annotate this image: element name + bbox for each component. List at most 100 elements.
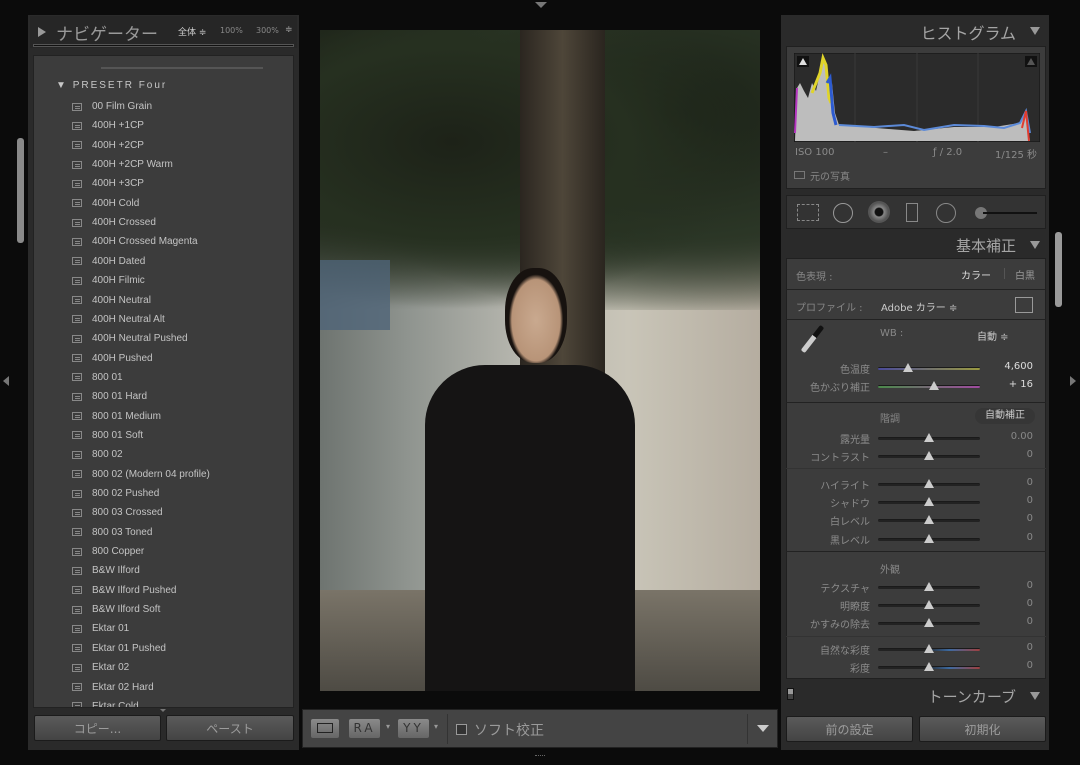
zoom-100[interactable]: 100%: [220, 26, 243, 35]
preset-item[interactable]: B&W Ilford Pushed: [72, 581, 176, 600]
crop-tool-icon[interactable]: [797, 204, 819, 221]
basic-header[interactable]: 基本補正: [782, 231, 1048, 257]
original-photo-checkbox[interactable]: [794, 171, 805, 179]
slider-value[interactable]: 0: [990, 616, 1033, 627]
wb-dropdown[interactable]: 自動 ≑: [977, 328, 1009, 343]
preset-item[interactable]: 800 Copper: [72, 542, 144, 561]
preset-item[interactable]: 400H Cold: [72, 194, 139, 213]
brush-size-track[interactable]: [983, 212, 1037, 214]
zoom-stepper[interactable]: ≑: [285, 25, 293, 35]
slider-thumb[interactable]: [924, 433, 934, 442]
tone-curve-header[interactable]: トーンカーブ: [782, 682, 1048, 708]
slider-thumb[interactable]: [924, 515, 934, 524]
slider-value[interactable]: 0: [990, 449, 1033, 460]
preset-item[interactable]: 800 03 Toned: [72, 523, 152, 542]
filmstrip-handle[interactable]: [535, 755, 545, 761]
graduated-filter-icon[interactable]: [906, 203, 918, 222]
preset-item[interactable]: 800 02 (Modern 04 profile): [72, 465, 210, 484]
preset-item[interactable]: Ektar 02: [72, 658, 129, 677]
panel-resize-handle[interactable]: [160, 709, 166, 712]
soft-proof-checkbox[interactable]: [456, 724, 467, 735]
slider-track[interactable]: [878, 534, 980, 543]
preset-item[interactable]: 400H +2CP Warm: [72, 155, 173, 174]
auto-tone-button[interactable]: 自動補正: [975, 408, 1035, 424]
preset-item[interactable]: 800 03 Crossed: [72, 503, 163, 522]
preset-item[interactable]: Ektar 02 Hard: [72, 678, 154, 697]
slider-value[interactable]: 0: [990, 477, 1033, 488]
slider-thumb[interactable]: [924, 582, 934, 591]
preset-item[interactable]: B&W Ilford Soft: [72, 600, 160, 619]
slider-track[interactable]: [878, 582, 980, 591]
slider-track[interactable]: [878, 515, 980, 524]
preset-item[interactable]: 800 01 Soft: [72, 426, 143, 445]
slider-track[interactable]: [878, 363, 980, 372]
previous-settings-button[interactable]: 前の設定: [786, 716, 913, 742]
preset-item[interactable]: B&W Ilford: [72, 561, 140, 580]
slider-value[interactable]: 0: [990, 495, 1033, 506]
preset-item[interactable]: 400H +1CP: [72, 116, 144, 135]
preset-list[interactable]: ▼ PRESETR Four 00 Film Grain 400H +1CP 400…: [33, 55, 294, 708]
slider-track[interactable]: [878, 451, 980, 460]
panel-toggle-switch[interactable]: [787, 688, 794, 700]
preset-item[interactable]: 00 Film Grain: [72, 97, 152, 116]
slider-thumb[interactable]: [924, 479, 934, 488]
preset-item[interactable]: Ektar 01: [72, 619, 129, 638]
left-scrollbar[interactable]: [17, 138, 24, 243]
right-panel-toggle-icon[interactable]: [1070, 376, 1076, 386]
slider-value[interactable]: 0: [990, 513, 1033, 524]
copy-button[interactable]: コピー...: [34, 715, 161, 741]
top-panel-toggle-icon[interactable]: [535, 2, 547, 8]
loupe-view-button[interactable]: [311, 719, 339, 738]
slider-thumb[interactable]: [924, 497, 934, 506]
slider-thumb[interactable]: [924, 600, 934, 609]
slider-thumb[interactable]: [902, 363, 913, 372]
preset-item[interactable]: 400H Neutral Alt: [72, 310, 165, 329]
radial-filter-icon[interactable]: [936, 203, 956, 223]
preset-item[interactable]: Ektar 01 Pushed: [72, 639, 166, 658]
dropdown-icon[interactable]: ▾: [434, 722, 438, 731]
slider-track[interactable]: [878, 433, 980, 442]
treatment-color-button[interactable]: カラー: [961, 267, 991, 282]
preset-item[interactable]: 400H Crossed Magenta: [72, 232, 198, 251]
slider-value[interactable]: 0: [990, 598, 1033, 609]
slider-value[interactable]: 0: [990, 580, 1033, 591]
histogram-header[interactable]: ヒストグラム: [782, 16, 1048, 44]
preset-item[interactable]: 400H Crossed: [72, 213, 156, 232]
slider-track[interactable]: [878, 600, 980, 609]
preset-item[interactable]: 400H Dated: [72, 252, 145, 271]
preset-item[interactable]: 400H Pushed: [72, 349, 153, 368]
zoom-300[interactable]: 300%: [256, 26, 279, 35]
preset-item[interactable]: 800 01 Hard: [72, 387, 147, 406]
preset-item[interactable]: 400H Neutral Pushed: [72, 329, 188, 348]
slider-track[interactable]: [878, 618, 980, 627]
slider-value[interactable]: + 16: [990, 379, 1033, 390]
zoom-fit[interactable]: 全体 ≑: [178, 25, 206, 38]
slider-track[interactable]: [878, 381, 980, 390]
treatment-bw-button[interactable]: 白黒: [1015, 267, 1035, 282]
right-scrollbar[interactable]: [1055, 232, 1062, 307]
preset-group-header[interactable]: ▼ PRESETR Four: [56, 80, 167, 91]
preset-item[interactable]: 800 02: [72, 445, 123, 464]
spot-removal-tool-icon[interactable]: [833, 203, 853, 223]
before-after-button[interactable]: RA: [349, 719, 380, 738]
reset-button[interactable]: 初期化: [919, 716, 1046, 742]
photo-canvas[interactable]: [320, 30, 760, 691]
slider-value[interactable]: 4,600: [990, 361, 1033, 372]
slider-thumb[interactable]: [924, 662, 934, 671]
preset-item[interactable]: 400H +2CP: [72, 136, 144, 155]
slider-value[interactable]: 0: [990, 532, 1033, 543]
preset-item[interactable]: Ektar Cold: [72, 697, 139, 707]
slider-value[interactable]: 0: [990, 642, 1033, 653]
dropdown-icon[interactable]: ▾: [386, 722, 390, 731]
profile-browser-icon[interactable]: [1015, 297, 1033, 313]
slider-thumb[interactable]: [924, 451, 934, 460]
preset-item[interactable]: 800 01 Medium: [72, 407, 161, 426]
slider-track[interactable]: [878, 644, 980, 653]
preset-item[interactable]: 400H Filmic: [72, 271, 145, 290]
slider-track[interactable]: [878, 479, 980, 488]
slider-value[interactable]: 0: [990, 660, 1033, 671]
before-after-split-button[interactable]: YY: [398, 719, 429, 738]
slider-thumb[interactable]: [929, 381, 940, 390]
navigator-header[interactable]: ナビゲーター 全体 ≑ 100% 300% ≑: [30, 16, 297, 48]
slider-track[interactable]: [878, 497, 980, 506]
